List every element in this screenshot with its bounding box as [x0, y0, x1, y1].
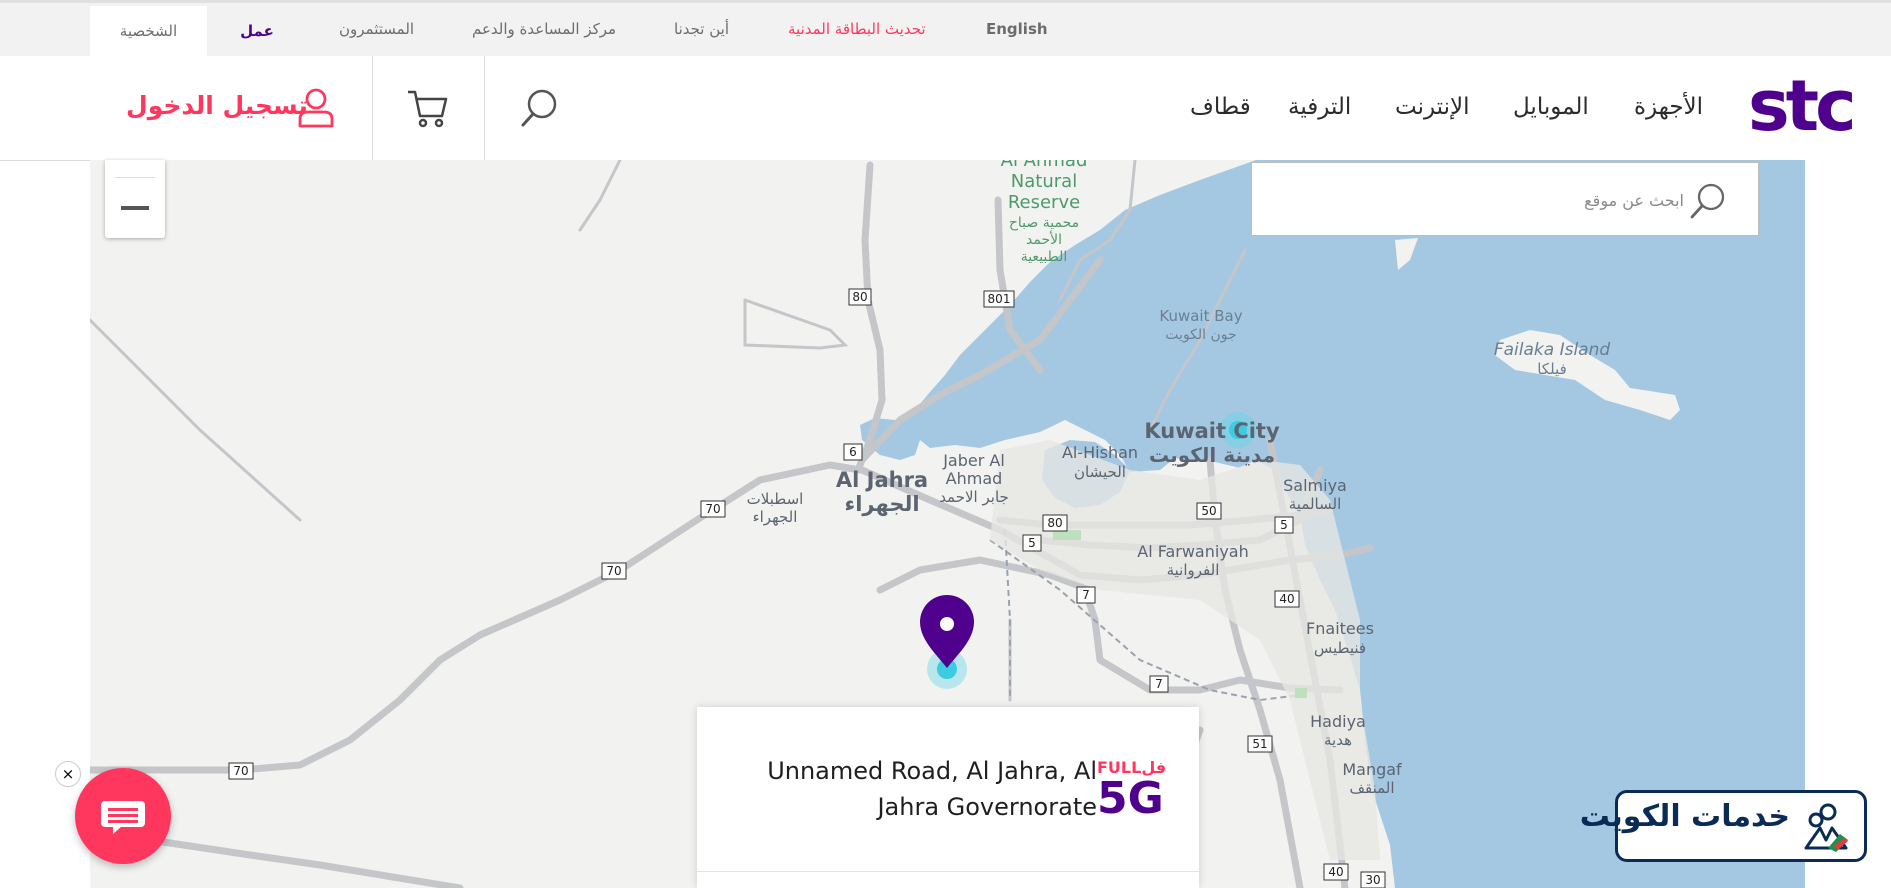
place-label: مدينة الكويت — [1149, 443, 1275, 467]
search-icon[interactable] — [518, 86, 562, 130]
nav-devices[interactable]: الأجهزة — [1634, 90, 1703, 124]
watermark-text: خدمات الكويت — [1579, 799, 1790, 834]
road-shield-label: 70 — [606, 564, 621, 578]
map-search-box — [1251, 162, 1759, 236]
place-label: جون الكويت — [1165, 327, 1236, 343]
chat-button[interactable] — [75, 768, 171, 864]
chat-close-button[interactable]: × — [55, 761, 81, 787]
place-label: Hadiya — [1310, 712, 1366, 731]
place-label: Mangaf — [1342, 760, 1402, 779]
watermark-logo: خدمات الكويت — [1580, 790, 1867, 862]
place-label: فيلكا — [1537, 360, 1567, 378]
road-shield-label: 40 — [1279, 592, 1294, 606]
place-label: الجهراء — [844, 492, 919, 516]
place-label: هدية — [1324, 731, 1352, 749]
road-shield-label: 80 — [1047, 516, 1062, 530]
place-label: Al Farwaniyah — [1137, 542, 1248, 561]
nav-qitaf[interactable]: قطاف — [1190, 90, 1251, 124]
address-line: Unnamed Road, Al Jahra, Al — [767, 757, 1097, 785]
header-divider — [372, 56, 373, 160]
login-label: تسجيل الدخول — [126, 91, 308, 120]
place-label: Salmiya — [1283, 476, 1347, 495]
road-shield-label: 7 — [1082, 588, 1090, 602]
location-pin-icon — [920, 595, 974, 668]
road-shield-label: 801 — [988, 292, 1011, 306]
place-label: Failaka Island — [1494, 340, 1611, 360]
tab-business[interactable]: عمل — [207, 6, 307, 59]
road-shield-label: 51 — [1252, 737, 1267, 751]
location-info-card: Unnamed Road, Al Jahra, Al Jahra Governo… — [697, 707, 1199, 888]
nav-entertainment[interactable]: الترفية — [1288, 90, 1351, 124]
road-shield-label: 5 — [1028, 536, 1036, 550]
main-header: stc الأجهزة الموبايل الإنترنت الترفية قط… — [0, 56, 1891, 161]
location-search-input[interactable] — [1262, 181, 1686, 219]
find-us-link[interactable]: أين تجدنا — [674, 3, 729, 56]
user-icon[interactable] — [296, 86, 336, 130]
road-shield-label: 6 — [849, 445, 857, 459]
place-label: اسطبلات — [747, 490, 804, 508]
place-label: Al Jahra — [836, 468, 928, 492]
stc-logo[interactable]: stc — [1748, 71, 1857, 141]
place-label: الحيشان — [1074, 463, 1126, 481]
header-divider — [484, 56, 485, 160]
road-shield-label: 70 — [233, 764, 248, 778]
zoom-separator — [115, 177, 155, 178]
watermark-icon — [1804, 803, 1848, 852]
place-label: المنقف — [1349, 779, 1394, 797]
place-label: Al Ahmad — [1001, 160, 1088, 171]
search-icon[interactable] — [1688, 181, 1728, 221]
place-label: Reserve — [1008, 192, 1080, 213]
place-label: Ahmad — [946, 469, 1003, 488]
tab-personal[interactable]: الشخصية — [90, 6, 207, 59]
place-label: السالمية — [1289, 495, 1342, 513]
road-shield-label: 7 — [1155, 677, 1163, 691]
location-address: Unnamed Road, Al Jahra, Al Jahra Governo… — [737, 753, 1097, 825]
road-shield-label: 40 — [1328, 865, 1343, 879]
page-margin — [1805, 160, 1891, 888]
help-support-link[interactable]: مركز المساعدة والدعم — [472, 3, 616, 56]
place-label: الأحمد — [1026, 230, 1062, 248]
utility-bar: الشخصية عمل المستثمرون مركز المساعدة وال… — [0, 0, 1891, 59]
place-label: Fnaitees — [1306, 619, 1374, 638]
road-shield-label: 80 — [852, 290, 867, 304]
place-label: Jaber Al — [942, 451, 1005, 470]
place-label: محمية صباح — [1009, 215, 1079, 231]
language-link[interactable]: English — [986, 3, 1048, 56]
card-divider — [697, 871, 1199, 872]
investors-link[interactable]: المستثمرون — [339, 3, 414, 56]
place-label: فنيطيس — [1314, 639, 1366, 657]
place-label: الفروانية — [1167, 561, 1220, 579]
place-label: الطبيعية — [1021, 249, 1068, 265]
cart-icon[interactable] — [406, 86, 450, 130]
update-civil-id-link[interactable]: تحديث البطاقة المدنية — [788, 3, 926, 56]
place-label: Kuwait Bay — [1159, 307, 1242, 325]
zoom-out-button[interactable] — [121, 206, 149, 210]
place-label: Al-Hishan — [1062, 443, 1138, 462]
road-shield-label: 5 — [1280, 518, 1288, 532]
login-button[interactable]: تسجيل الدخول — [126, 86, 308, 126]
chat-icon — [101, 801, 145, 834]
place-label: Kuwait City — [1144, 419, 1280, 443]
place-label: جابر الاحمد — [939, 488, 1009, 506]
nav-mobile[interactable]: الموبايل — [1513, 90, 1589, 124]
road-shield-label: 70 — [705, 502, 720, 516]
road-shield-label: 50 — [1201, 504, 1216, 518]
5g-badge: 5G — [1097, 773, 1164, 824]
place-label: Natural — [1011, 171, 1077, 192]
road-shield-label: 30 — [1365, 873, 1380, 887]
place-label: الجهراء — [753, 508, 798, 526]
address-line: Jahra Governorate — [877, 793, 1097, 821]
road-sw — [146, 836, 464, 888]
nav-internet[interactable]: الإنترنت — [1395, 90, 1470, 124]
zoom-control — [105, 160, 165, 238]
